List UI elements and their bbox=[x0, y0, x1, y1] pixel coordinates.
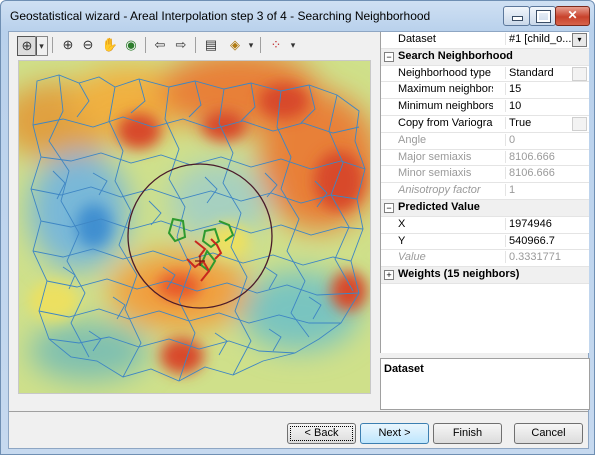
property-grid: Dataset #1 [child_o... ▾ − Search Neighb… bbox=[380, 32, 589, 353]
maximize-button[interactable] bbox=[529, 6, 556, 26]
close-button[interactable]: ✕ bbox=[555, 6, 590, 26]
property-label: Copy from Variogram bbox=[398, 116, 493, 129]
predicted-value: 0.3331771 bbox=[505, 251, 593, 264]
property-row[interactable]: Maximum neighbors 15 bbox=[381, 82, 589, 100]
property-row[interactable]: Copy from Variogram True bbox=[381, 116, 589, 133]
toolbar-separator bbox=[52, 37, 53, 53]
property-row: Angle 0 bbox=[381, 133, 589, 150]
map-toolbar: ⊕ ▾ ⊕ ⊖ ✋ ◉ ⇦ ⇨ ▤ ◈ ▾ ⁘ ▾ bbox=[9, 32, 374, 58]
wizard-client-area: ⊕ ▾ ⊕ ⊖ ✋ ◉ ⇦ ⇨ ▤ ◈ ▾ ⁘ ▾ Dataset #1 [ch… bbox=[0, 31, 590, 449]
property-label: Anisotropy factor bbox=[398, 184, 481, 197]
property-row: Major semiaxis 8106.666 bbox=[381, 150, 589, 167]
x-coordinate-value[interactable]: 1974946 bbox=[505, 217, 593, 230]
close-icon: ✕ bbox=[567, 8, 578, 22]
zoom-out-icon[interactable]: ⊖ bbox=[79, 36, 97, 54]
back-arrow-icon[interactable]: ⇦ bbox=[151, 36, 169, 54]
maximum-neighbors-value[interactable]: 15 bbox=[505, 83, 593, 96]
layers-icon[interactable]: ▤ bbox=[202, 36, 220, 54]
angle-value: 0 bbox=[505, 133, 593, 146]
forward-arrow-icon[interactable]: ⇨ bbox=[172, 36, 190, 54]
property-row[interactable]: Neighborhood type Standard bbox=[381, 66, 589, 83]
minor-semiaxis-value: 8106.666 bbox=[505, 167, 593, 180]
globe-full-extent-icon[interactable]: ◉ bbox=[122, 36, 140, 54]
property-label: Angle bbox=[398, 133, 427, 146]
category-label: Search Neighborhood bbox=[398, 49, 513, 62]
property-label: Minimum neighbors bbox=[398, 100, 493, 113]
window-title: Geostatistical wizard - Areal Interpolat… bbox=[10, 9, 431, 23]
property-row[interactable]: X 1974946 bbox=[381, 217, 589, 234]
back-button[interactable]: < Back bbox=[287, 423, 356, 444]
minimize-button[interactable] bbox=[503, 6, 530, 26]
property-row[interactable]: Y 540966.7 bbox=[381, 234, 589, 251]
symbology-icon[interactable]: ⁘ bbox=[267, 36, 285, 54]
category-search-neighborhood[interactable]: − Search Neighborhood bbox=[381, 48, 589, 66]
category-label: Predicted Value bbox=[398, 200, 480, 213]
y-coordinate-value[interactable]: 540966.7 bbox=[505, 234, 593, 247]
select-dropdown-icon[interactable]: ▾ bbox=[35, 36, 48, 56]
toolbar-separator bbox=[260, 37, 261, 53]
property-label: Maximum neighbors bbox=[398, 83, 493, 96]
property-label: X bbox=[398, 217, 406, 230]
map-preview[interactable] bbox=[0, 51, 379, 394]
property-label: Neighborhood type bbox=[398, 66, 491, 79]
property-label: Dataset bbox=[398, 33, 436, 45]
anisotropy-factor-value: 1 bbox=[505, 184, 593, 197]
property-label: Major semiaxis bbox=[398, 150, 472, 163]
toolbar-separator bbox=[195, 37, 196, 53]
property-label: Minor semiaxis bbox=[398, 167, 472, 180]
title-bar: Geostatistical wizard - Areal Interpolat… bbox=[1, 1, 594, 31]
collapse-icon[interactable]: − bbox=[384, 51, 394, 62]
category-weights[interactable]: + Weights (15 neighbors) bbox=[381, 267, 589, 284]
symbology-dropdown-icon[interactable]: ▾ bbox=[284, 36, 302, 54]
description-title: Dataset bbox=[384, 363, 424, 375]
property-row: Value 0.3331771 bbox=[381, 250, 589, 268]
interpolation-surface[interactable] bbox=[0, 51, 379, 393]
dataset-row[interactable]: Dataset #1 [child_o... ▾ bbox=[381, 32, 589, 49]
category-predicted-value[interactable]: − Predicted Value bbox=[381, 199, 589, 217]
toolbar-separator bbox=[145, 37, 146, 53]
major-semiaxis-value: 8106.666 bbox=[505, 150, 593, 163]
expand-icon[interactable]: + bbox=[384, 270, 394, 281]
property-row: Anisotropy factor 1 bbox=[381, 183, 589, 200]
minimize-icon bbox=[512, 16, 523, 21]
minimum-neighbors-value[interactable]: 10 bbox=[505, 100, 593, 113]
finish-button[interactable]: Finish bbox=[433, 423, 502, 444]
button-separator bbox=[9, 411, 588, 412]
property-row[interactable]: Minimum neighbors 10 bbox=[381, 99, 589, 116]
next-button[interactable]: Next > bbox=[360, 423, 429, 444]
chevron-down-icon[interactable]: ▾ bbox=[572, 33, 587, 47]
identify-dropdown-icon[interactable]: ▾ bbox=[242, 36, 260, 54]
property-label: Y bbox=[398, 234, 406, 247]
chevron-down-icon[interactable] bbox=[572, 66, 587, 81]
chevron-down-icon[interactable] bbox=[572, 116, 587, 131]
property-row: Minor semiaxis 8106.666 bbox=[381, 166, 589, 184]
collapse-icon[interactable]: − bbox=[384, 202, 394, 213]
property-label: Value bbox=[398, 251, 426, 264]
description-panel: Dataset bbox=[380, 358, 590, 410]
maximize-icon bbox=[536, 10, 551, 23]
wizard-window: Geostatistical wizard - Areal Interpolat… bbox=[0, 0, 595, 455]
zoom-in-icon[interactable]: ⊕ bbox=[59, 36, 77, 54]
category-label: Weights (15 neighbors) bbox=[398, 268, 520, 281]
cancel-button[interactable]: Cancel bbox=[514, 423, 583, 444]
select-arrow-icon[interactable]: ⊕ bbox=[17, 36, 37, 56]
pan-hand-icon[interactable]: ✋ bbox=[101, 36, 119, 54]
